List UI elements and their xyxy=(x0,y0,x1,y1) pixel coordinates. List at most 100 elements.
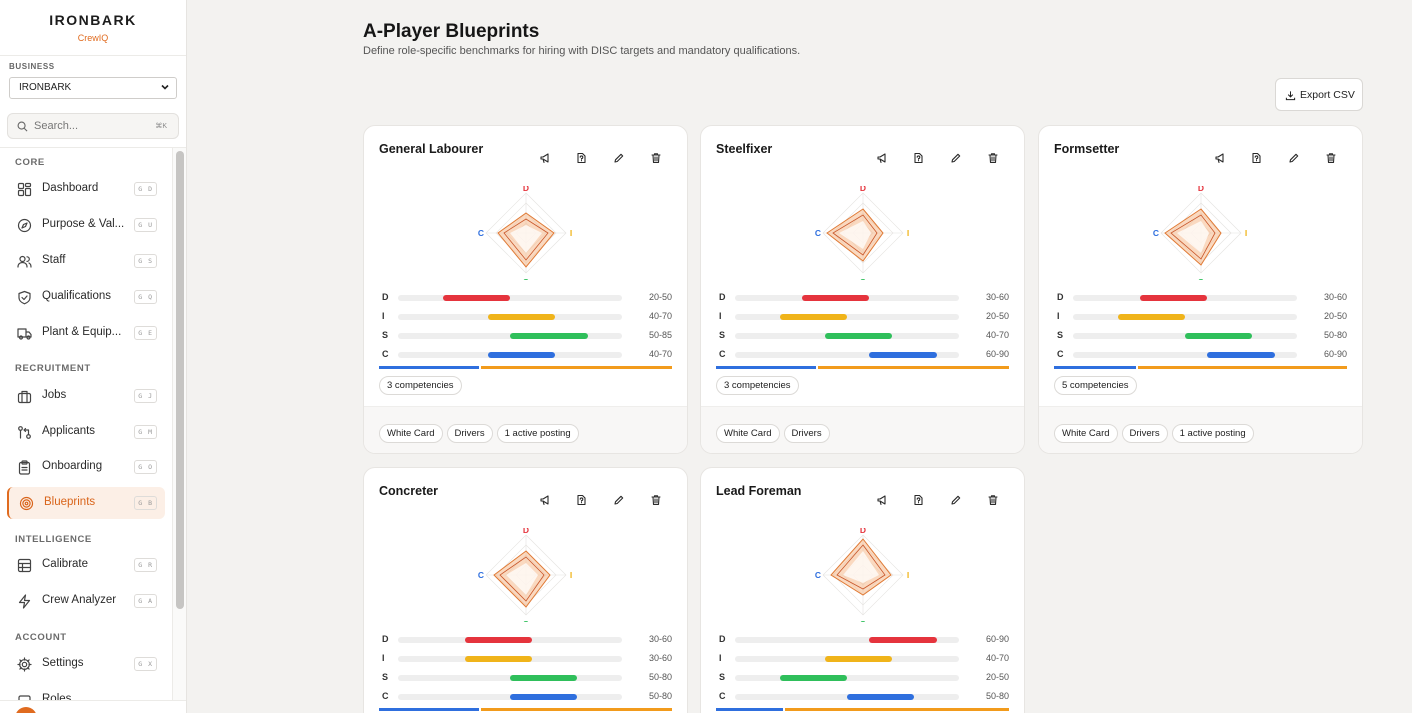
hotkey-hint: G S xyxy=(134,254,157,268)
sidebar-item-crew-analyzer[interactable]: Crew Analyzer G A xyxy=(7,585,165,617)
disc-row-c: C 50-80 xyxy=(716,691,1012,701)
sidebar-item-dashboard[interactable]: Dashboard G D xyxy=(7,173,165,205)
disc-track xyxy=(1073,295,1297,301)
radar-label-d: D xyxy=(860,186,866,193)
sidebar-item-label: Onboarding xyxy=(42,460,103,472)
megaphone-icon[interactable] xyxy=(876,152,888,164)
disc-radar-chart: D I S C xyxy=(1153,186,1247,280)
edit-icon[interactable] xyxy=(950,494,962,506)
nav-list: CORE Dashboard G D Purpose & Val... G U Staff… xyxy=(0,148,172,700)
blueprint-card[interactable]: Formsetter D I S C D 30-60 I 20-50 S 50-… xyxy=(1038,125,1363,454)
radar-label-s: S xyxy=(1198,277,1204,280)
disc-row-c: C 60-90 xyxy=(716,349,1012,359)
disc-row-i: I 30-60 xyxy=(379,653,675,663)
hotkey-hint: G E xyxy=(134,326,157,340)
sidebar-item-staff[interactable]: Staff G S xyxy=(7,245,165,277)
edit-icon[interactable] xyxy=(1288,152,1300,164)
page-title: A-Player Blueprints xyxy=(363,21,540,42)
disc-letter: D xyxy=(719,292,726,302)
blueprint-card[interactable]: General Labourer D I S C D 20-50 I 40-70… xyxy=(363,125,688,454)
edit-icon[interactable] xyxy=(613,152,625,164)
target-icon xyxy=(19,496,34,511)
split-bar-orange xyxy=(480,708,672,711)
sidebar-item-settings[interactable]: Settings G X xyxy=(7,648,165,680)
trash-icon[interactable] xyxy=(1325,152,1337,164)
user-bar xyxy=(0,700,186,713)
hotkey-hint: G X xyxy=(134,657,157,671)
radar-label-i: I xyxy=(907,228,909,238)
split-bar-orange xyxy=(817,366,1009,369)
disc-row-c: C 60-90 xyxy=(1054,349,1350,359)
trash-icon[interactable] xyxy=(987,494,999,506)
sidebar-item-label: Applicants xyxy=(42,425,96,437)
trash-icon[interactable] xyxy=(650,494,662,506)
disc-track xyxy=(735,694,959,700)
megaphone-icon[interactable] xyxy=(539,152,551,164)
edit-icon[interactable] xyxy=(950,152,962,164)
sidebar-item-jobs[interactable]: Jobs G J xyxy=(7,380,165,412)
sidebar-item-qualifications[interactable]: Qualifications G Q xyxy=(7,281,165,313)
megaphone-icon[interactable] xyxy=(876,494,888,506)
avatar[interactable] xyxy=(15,707,37,713)
hotkey-hint: G O xyxy=(134,460,157,474)
disc-range-bar xyxy=(824,656,892,662)
disc-row-d: D 60-90 xyxy=(716,634,1012,644)
brand-name: IRONBARK xyxy=(49,12,137,28)
file-question-icon[interactable] xyxy=(912,152,924,164)
truck-icon xyxy=(17,328,32,340)
file-question-icon[interactable] xyxy=(575,152,587,164)
sidebar-item-applicants[interactable]: Applicants G M xyxy=(7,416,165,448)
sidebar-item-calibrate[interactable]: Calibrate G R xyxy=(7,549,165,581)
business-select[interactable]: IRONBARK xyxy=(9,77,177,99)
disc-letter: I xyxy=(382,653,385,663)
sidebar-item-onboarding[interactable]: Onboarding G O xyxy=(7,451,165,483)
disc-range-value: 40-70 xyxy=(985,653,1009,663)
disc-letter: S xyxy=(382,672,389,682)
disc-range-value: 30-60 xyxy=(648,653,672,663)
file-question-icon[interactable] xyxy=(1250,152,1262,164)
trash-icon[interactable] xyxy=(987,152,999,164)
sidebar-item-label: Plant & Equip... xyxy=(42,326,122,338)
blueprint-name: Steelfixer xyxy=(716,142,773,156)
split-bar-blue xyxy=(379,708,479,711)
search-input[interactable]: Search... ⌘K xyxy=(7,113,179,139)
blueprint-card[interactable]: Steelfixer D I S C D 30-60 I 20-50 S 40-… xyxy=(700,125,1025,454)
sidebar-item-plant-equip[interactable]: Plant & Equip... G E xyxy=(7,317,165,349)
disc-track xyxy=(398,656,622,662)
competencies-badge: 3 competencies xyxy=(379,376,462,395)
disc-range-bar xyxy=(824,333,892,339)
disc-range-value: 40-70 xyxy=(648,349,672,359)
disc-row-s: S 20-50 xyxy=(716,672,1012,682)
scrollbar-thumb[interactable] xyxy=(176,151,184,609)
split-bar-blue xyxy=(379,366,479,369)
sidebar-item-roles[interactable]: Roles xyxy=(7,684,165,700)
sidebar-item-label: Calibrate xyxy=(42,558,89,570)
blueprint-card[interactable]: Concreter D I S C D 30-60 I 30-60 S 50-8… xyxy=(363,467,688,713)
disc-row-i: I 40-70 xyxy=(379,311,675,321)
radar-label-s: S xyxy=(523,277,529,280)
sidebar-scrollbar[interactable] xyxy=(172,148,186,700)
megaphone-icon[interactable] xyxy=(1214,152,1226,164)
blueprint-card[interactable]: Lead Foreman D I S C D 60-90 I 40-70 S 2… xyxy=(700,467,1025,713)
file-question-icon[interactable] xyxy=(912,494,924,506)
disc-range-value: 50-80 xyxy=(1323,330,1347,340)
grid-icon xyxy=(17,558,32,573)
sidebar-item-label: Purpose & Val... xyxy=(42,218,125,230)
sidebar-item-purpose-val[interactable]: Purpose & Val... G U xyxy=(7,209,165,241)
qualification-tag: 1 active posting xyxy=(496,424,579,443)
disc-letter: D xyxy=(1057,292,1064,302)
trash-icon[interactable] xyxy=(650,152,662,164)
disc-letter: I xyxy=(719,311,722,321)
disc-row-d: D 30-60 xyxy=(379,634,675,644)
disc-row-i: I 20-50 xyxy=(716,311,1012,321)
sidebar-item-blueprints[interactable]: Blueprints G B xyxy=(7,487,165,519)
disc-range-value: 50-80 xyxy=(648,691,672,701)
disc-track xyxy=(398,352,622,358)
megaphone-icon[interactable] xyxy=(539,494,551,506)
blueprint-name: General Labourer xyxy=(379,142,484,156)
disc-range-bar xyxy=(1185,333,1253,339)
edit-icon[interactable] xyxy=(613,494,625,506)
file-question-icon[interactable] xyxy=(575,494,587,506)
disc-track xyxy=(735,333,959,339)
export-csv-button[interactable]: Export CSV xyxy=(1275,78,1363,111)
